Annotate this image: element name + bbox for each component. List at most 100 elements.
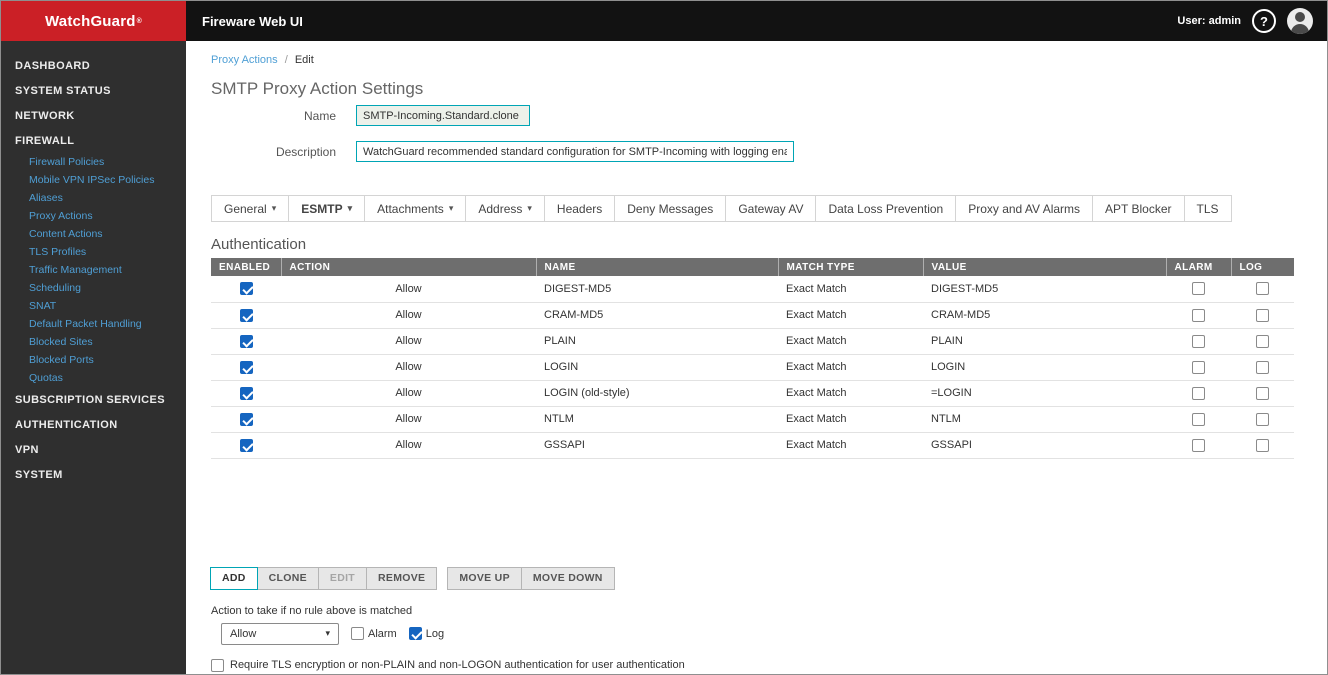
breadcrumb-proxy-actions-link[interactable]: Proxy Actions [211,54,278,66]
table-row[interactable]: Allow LOGIN (old-style) Exact Match =LOGIN [211,380,1294,407]
tab-attachments[interactable]: Attachments ▾ [364,195,467,222]
alarm-checkbox[interactable] [1192,308,1205,322]
sidebar-subitem-default-packet-handling[interactable]: Default Packet Handling [1,315,186,333]
tls-requirement-checkbox[interactable] [211,658,224,672]
sidebar-item-vpn[interactable]: VPN [1,437,186,462]
cell-action: Allow [281,328,536,355]
chevron-down-icon: ▾ [325,628,330,638]
cell-log [1231,302,1294,329]
sidebar-item-subscription-services[interactable]: SUBSCRIPTION SERVICES [1,387,186,412]
help-icon[interactable]: ? [1252,9,1276,33]
enabled-checkbox[interactable] [239,438,253,452]
col-header-name: NAME [536,258,779,276]
tab-apt-blocker[interactable]: APT Blocker [1092,195,1185,222]
log-checkbox[interactable] [408,627,422,640]
tab-label: Headers [556,201,603,216]
sidebar-subitem-scheduling[interactable]: Scheduling [1,279,186,297]
log-checkbox[interactable] [1256,360,1269,374]
tab-label: Proxy and AV Alarms [968,201,1081,216]
sidebar-subitem-mobile-vpn-ipsec-policies[interactable]: Mobile VPN IPSec Policies [1,171,186,189]
sidebar-item-authentication[interactable]: AUTHENTICATION [1,412,186,437]
log-checkbox[interactable] [1256,386,1269,400]
enabled-checkbox[interactable] [239,282,253,296]
alarm-checkbox[interactable] [1192,360,1205,374]
move-down-button[interactable]: MOVE DOWN [520,566,615,590]
sidebar-subitem-content-actions[interactable]: Content Actions [1,225,186,243]
sidebar-subitem-proxy-actions[interactable]: Proxy Actions [1,207,186,225]
enabled-checkbox[interactable] [239,308,253,322]
move-up-button[interactable]: MOVE UP [447,566,522,590]
alarm-checkbox[interactable] [1192,412,1205,426]
sidebar-subitem-aliases[interactable]: Aliases [1,189,186,207]
cell-value: =LOGIN [923,380,1166,407]
tls-requirement-option: Require TLS encryption or non-PLAIN and … [211,658,1327,672]
col-header-enabled: ENABLED [211,258,282,276]
cell-log [1231,432,1294,459]
app-title: Fireware Web UI [202,13,303,29]
breadcrumb-separator: / [284,54,288,66]
sidebar-subitem-traffic-management[interactable]: Traffic Management [1,261,186,279]
tab-label: Data Loss Prevention [828,201,944,216]
sidebar-item-system-status[interactable]: SYSTEM STATUS [1,78,186,103]
cell-action: Allow [281,276,536,303]
alarm-checkbox[interactable] [351,627,364,640]
add-button[interactable]: ADD [210,566,258,590]
table-row[interactable]: Allow GSSAPI Exact Match GSSAPI [211,432,1294,459]
sidebar-subitem-quotas[interactable]: Quotas [1,369,186,387]
tab-proxy-and-av-alarms[interactable]: Proxy and AV Alarms [955,195,1094,222]
tab-deny-messages[interactable]: Deny Messages [614,195,727,222]
cell-action: Allow [281,380,536,407]
tab-esmtp[interactable]: ESMTP ▾ [288,195,366,222]
tab-headers[interactable]: Headers [543,195,616,222]
sidebar-subitem-snat[interactable]: SNAT [1,297,186,315]
alarm-checkbox[interactable] [1192,334,1205,348]
sidebar-nav: DASHBOARD SYSTEM STATUS NETWORK FIREWALL Fir… [1,41,186,674]
sidebar-item-dashboard[interactable]: DASHBOARD [1,53,186,78]
description-input[interactable] [356,141,794,162]
user-avatar-icon[interactable] [1287,8,1313,34]
log-checkbox[interactable] [1256,308,1269,322]
tab-tls[interactable]: TLS [1183,195,1232,222]
log-checkbox[interactable] [1256,282,1269,296]
clone-button[interactable]: CLONE [256,566,319,590]
cell-action: Allow [281,302,536,329]
enabled-checkbox[interactable] [239,412,253,426]
sidebar-subitem-blocked-sites[interactable]: Blocked Sites [1,333,186,351]
sidebar-item-firewall[interactable]: FIREWALL [1,128,186,153]
cell-match-type: Exact Match [778,380,923,407]
tab-address[interactable]: Address ▾ [465,195,545,222]
alarm-checkbox[interactable] [1192,386,1205,400]
table-buttons: ADD CLONE EDIT REMOVE MOVE UP MOVE DOWN [210,566,1327,590]
table-row[interactable]: Allow PLAIN Exact Match PLAIN [211,328,1294,355]
log-checkbox[interactable] [1256,438,1269,452]
remove-button[interactable]: REMOVE [366,566,438,590]
enabled-checkbox[interactable] [239,360,253,374]
table-row[interactable]: Allow LOGIN Exact Match LOGIN [211,354,1294,381]
enabled-checkbox[interactable] [239,386,253,400]
sidebar-subitem-tls-profiles[interactable]: TLS Profiles [1,243,186,261]
sidebar-item-system[interactable]: SYSTEM [1,462,186,487]
edit-button[interactable]: EDIT [317,566,368,590]
sidebar-subitem-blocked-ports[interactable]: Blocked Ports [1,351,186,369]
name-input[interactable] [356,105,530,126]
user-label: User: admin [1177,15,1241,27]
log-checkbox[interactable] [1256,412,1269,426]
enabled-checkbox[interactable] [239,334,253,348]
tab-bar: General ▾ ESMTP ▾ Attachments ▾ Address ▾ Header… [211,195,1327,222]
cell-alarm [1166,302,1231,329]
table-row[interactable]: Allow NTLM Exact Match NTLM [211,406,1294,433]
cell-enabled [211,406,281,433]
tab-general[interactable]: General ▾ [211,195,290,222]
tab-data-loss-prevention[interactable]: Data Loss Prevention [815,195,957,222]
alarm-checkbox[interactable] [1192,282,1205,296]
alarm-checkbox[interactable] [1192,438,1205,452]
default-action-select[interactable]: Allow ▾ [221,622,339,645]
table-row[interactable]: Allow CRAM-MD5 Exact Match CRAM-MD5 [211,302,1294,329]
watchguard-logo[interactable]: WatchGuard ® [1,1,186,41]
tab-gateway-av[interactable]: Gateway AV [725,195,817,222]
log-checkbox[interactable] [1256,334,1269,348]
sidebar-item-network[interactable]: NETWORK [1,103,186,128]
log-label: Log [425,627,445,640]
table-row[interactable]: Allow DIGEST-MD5 Exact Match DIGEST-MD5 [211,276,1294,303]
sidebar-subitem-firewall-policies[interactable]: Firewall Policies [1,153,186,171]
